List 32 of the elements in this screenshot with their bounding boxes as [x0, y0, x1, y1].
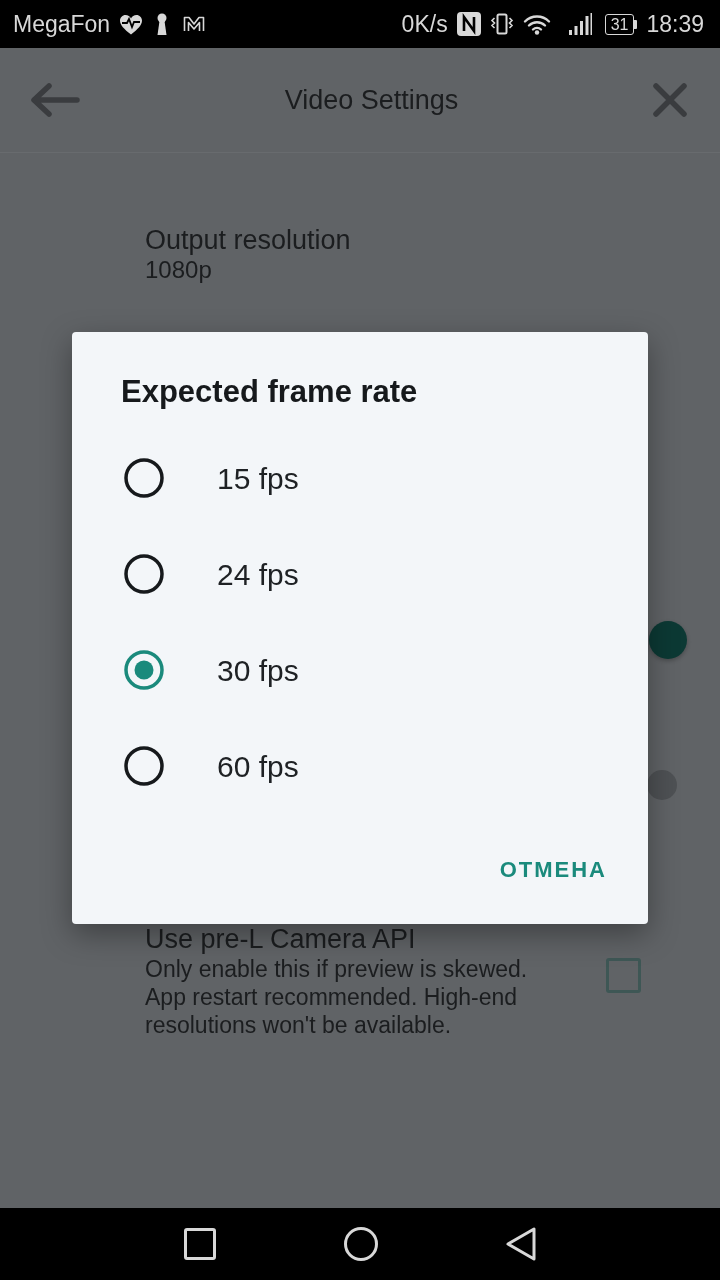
screen-title: Video Settings: [283, 84, 459, 115]
frame-rate-option[interactable]: 15 fps: [72, 430, 648, 526]
switch-thumb[interactable]: [649, 620, 687, 659]
nfc-icon: [456, 12, 481, 36]
clock-text: 18:39: [646, 9, 704, 39]
heart-pulse-icon: [119, 13, 144, 35]
checkbox[interactable]: [606, 958, 641, 993]
dialog-title: Expected frame rate: [121, 373, 418, 411]
radio-button[interactable]: [124, 554, 164, 594]
frame-rate-option[interactable]: 30 fps: [72, 622, 648, 718]
switch-thumb[interactable]: [647, 769, 677, 800]
square-icon[interactable]: [184, 1228, 216, 1260]
frame-rate-option[interactable]: 24 fps: [72, 526, 648, 622]
triangle-icon[interactable]: [506, 1227, 536, 1261]
battery-indicator: 31: [604, 13, 638, 35]
radio-button[interactable]: [124, 650, 164, 690]
signal-icon: [567, 13, 592, 35]
frame-rate-option[interactable]: 60 fps: [72, 718, 648, 814]
cancel-button[interactable]: ОТМЕНА: [483, 841, 623, 897]
network-speed-text: 0K/s: [401, 9, 448, 39]
carrier-name: MegaFon: [13, 9, 111, 39]
radio-button[interactable]: [124, 746, 164, 786]
setting-title: Use pre-L Camera API: [145, 925, 417, 953]
vibrate-icon: [489, 12, 514, 36]
setting-value: 1080p: [145, 256, 213, 284]
keyhole-icon: [156, 13, 169, 35]
wifi-icon: [522, 13, 551, 35]
circle-icon[interactable]: [344, 1227, 378, 1261]
setting-description: Only enable this if preview is skewed. App restart recommended. High-end resolutions won't be available.: [145, 955, 529, 1039]
setting-title: Output resolution: [145, 224, 352, 256]
m-letter-icon: [183, 16, 206, 32]
radio-button[interactable]: [124, 458, 164, 498]
